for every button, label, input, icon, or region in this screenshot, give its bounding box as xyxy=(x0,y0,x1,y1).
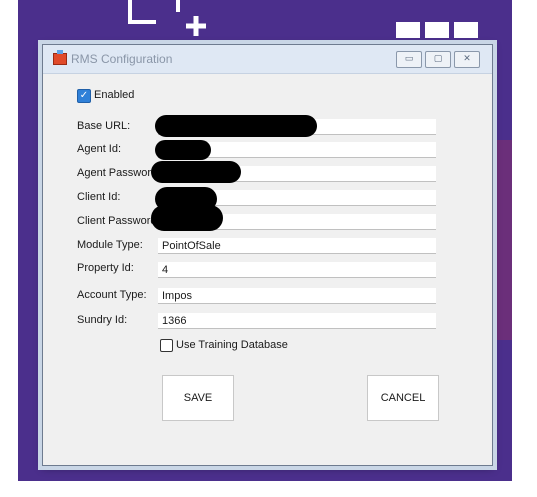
client-id-label: Client Id: xyxy=(77,191,121,203)
sundry-id-label: Sundry Id: xyxy=(77,314,128,326)
grid-apps-icon xyxy=(396,22,478,38)
property-id-label: Property Id: xyxy=(77,262,134,274)
add-window-icon xyxy=(126,0,216,47)
module-type-field[interactable] xyxy=(158,238,436,254)
save-button[interactable]: SAVE xyxy=(162,375,234,421)
base-url-label: Base URL: xyxy=(77,120,131,132)
rms-configuration-dialog: RMS Configuration ▭ ▢ ✕ ✓ Enabled Base U… xyxy=(42,44,493,466)
redaction-mark xyxy=(155,140,211,160)
agent-password-label: Agent Password xyxy=(77,167,158,179)
enabled-checkbox[interactable]: ✓ xyxy=(77,89,91,103)
minimize-button[interactable]: ▭ xyxy=(396,51,422,68)
window-title: RMS Configuration xyxy=(71,52,173,66)
redaction-mark xyxy=(151,161,241,183)
redaction-mark xyxy=(155,115,317,137)
use-training-database-checkbox[interactable] xyxy=(160,339,173,352)
account-type-field[interactable] xyxy=(158,288,436,304)
close-button[interactable]: ✕ xyxy=(454,51,480,68)
maximize-button[interactable]: ▢ xyxy=(425,51,451,68)
use-training-database-label: Use Training Database xyxy=(176,339,288,351)
module-type-label: Module Type: xyxy=(77,239,143,251)
enabled-label: Enabled xyxy=(94,89,135,101)
cancel-button[interactable]: CANCEL xyxy=(367,375,439,421)
sundry-id-field[interactable] xyxy=(158,313,436,329)
redaction-mark xyxy=(151,205,223,231)
account-type-label: Account Type: xyxy=(77,289,147,301)
client-password-label: Client Password xyxy=(77,215,157,227)
app-icon xyxy=(53,50,67,65)
property-id-field[interactable] xyxy=(158,262,436,278)
title-bar[interactable]: RMS Configuration ▭ ▢ ✕ xyxy=(43,45,492,74)
agent-id-label: Agent Id: xyxy=(77,143,122,155)
